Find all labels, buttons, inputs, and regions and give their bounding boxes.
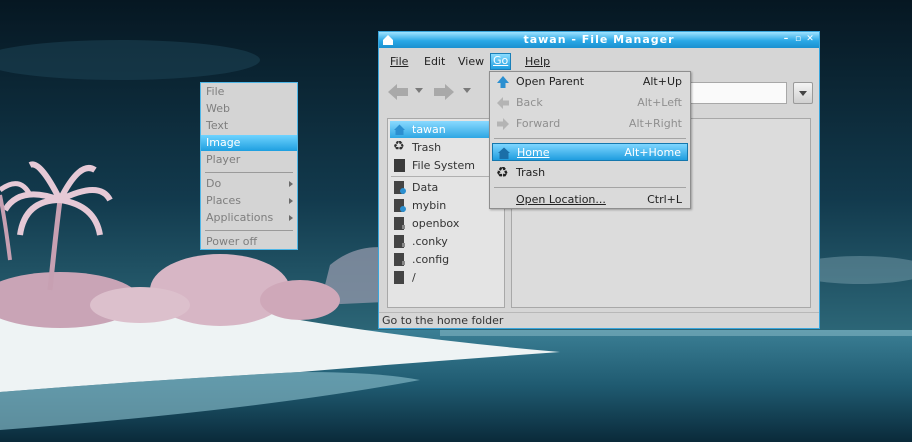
home-icon <box>394 124 405 135</box>
side-item-trash[interactable]: ♻ Trash <box>390 139 502 156</box>
side-item-file-system[interactable]: File System <box>390 157 502 174</box>
side-item-label: File System <box>412 159 475 172</box>
forward-arrow-icon <box>497 118 509 130</box>
go-menu-open-parent[interactable]: Open Parent Alt+Up <box>492 73 688 91</box>
root-menu-item-file[interactable]: File <box>201 84 297 100</box>
side-pane-separator <box>391 176 501 177</box>
side-item-label: Trash <box>412 141 442 154</box>
root-menu-label-places: Places <box>206 194 241 207</box>
close-icon[interactable]: ✕ <box>805 34 815 45</box>
location-dropdown-button[interactable] <box>793 82 813 104</box>
folder-icon <box>394 271 404 284</box>
side-item-bookmark[interactable]: .conky <box>390 233 502 250</box>
menu-edit[interactable]: Edit <box>422 55 447 69</box>
side-pane: tawan ♻ Trash File System Data mybin ope… <box>387 118 505 308</box>
side-item-label: mybin <box>412 199 447 212</box>
go-menu-label: Trash <box>516 166 546 179</box>
folder-icon <box>394 235 405 248</box>
side-item-label: / <box>412 271 416 284</box>
maximize-icon[interactable]: ▫ <box>793 34 803 45</box>
go-menu-open-location[interactable]: Open Location... Ctrl+L <box>492 191 688 209</box>
back-arrow-icon[interactable] <box>387 83 409 101</box>
go-menu-home[interactable]: Home Alt+Home <box>492 143 688 161</box>
root-menu-item-power-off[interactable]: Power off <box>201 234 297 250</box>
root-menu-item-web[interactable]: Web <box>201 101 297 117</box>
submenu-arrow-icon <box>289 181 293 187</box>
folder-icon <box>394 199 406 212</box>
go-menu-separator <box>494 187 686 188</box>
root-menu-item-applications[interactable]: Applications <box>201 210 297 226</box>
root-menu-label-do: Do <box>206 177 222 190</box>
side-item-label: tawan <box>412 123 446 136</box>
folder-icon <box>394 217 405 230</box>
side-item-label: openbox <box>412 217 460 230</box>
back-history-caret-icon[interactable] <box>415 88 423 93</box>
go-menu-trash[interactable]: ♻ Trash <box>492 164 688 182</box>
go-menu-back: Back Alt+Left <box>492 94 688 112</box>
status-bar: Go to the home folder <box>379 312 819 328</box>
chevron-down-icon <box>799 91 807 96</box>
root-menu-item-places[interactable]: Places <box>201 193 297 209</box>
root-menu-item-do[interactable]: Do <box>201 176 297 192</box>
forward-history-caret-icon[interactable] <box>463 88 471 93</box>
side-item-bookmark[interactable]: Data <box>390 179 502 196</box>
minimize-icon[interactable]: – <box>781 34 791 45</box>
trash-icon: ♻ <box>393 139 405 154</box>
go-menu-accel: Ctrl+L <box>647 193 682 206</box>
side-item-label: .conky <box>412 235 448 248</box>
go-menu-accel: Alt+Up <box>642 75 682 88</box>
home-icon <box>498 147 510 159</box>
side-item-home[interactable]: tawan <box>390 121 502 138</box>
menu-file[interactable]: File <box>388 55 410 69</box>
go-menu-accel: Alt+Home <box>624 146 681 159</box>
go-menu-label: Home <box>517 146 550 159</box>
root-menu-item-image[interactable]: Image <box>201 135 297 151</box>
go-menu-forward: Forward Alt+Right <box>492 115 688 133</box>
go-menu-accel: Alt+Right <box>628 117 682 130</box>
menu-help[interactable]: Help <box>523 55 552 69</box>
up-arrow-icon <box>497 76 509 88</box>
folder-icon <box>394 253 405 266</box>
side-item-bookmark[interactable]: mybin <box>390 197 502 214</box>
menu-view[interactable]: View <box>456 55 486 69</box>
side-item-label: Data <box>412 181 439 194</box>
root-menu-label-applications: Applications <box>206 211 274 224</box>
go-menu-label: Back <box>516 96 543 109</box>
trash-icon: ♻ <box>496 165 509 181</box>
window-titlebar[interactable]: tawan - File Manager – ▫ ✕ <box>379 32 819 48</box>
go-menu-separator <box>494 138 686 139</box>
window-title: tawan - File Manager <box>523 33 675 46</box>
go-menu-dropdown: Open Parent Alt+Up Back Alt+Left Forward… <box>489 71 691 209</box>
side-item-bookmark[interactable]: / <box>390 269 502 286</box>
back-arrow-icon <box>497 97 509 109</box>
location-field[interactable] <box>681 82 787 104</box>
desktop-root-menu: File Web Text Image Player Do Places App… <box>200 82 298 250</box>
go-menu-accel: Alt+Left <box>637 96 682 109</box>
side-item-label: .config <box>412 253 450 266</box>
submenu-arrow-icon <box>289 198 293 204</box>
drive-icon <box>394 159 405 172</box>
menu-go[interactable]: Go <box>490 53 512 70</box>
side-item-bookmark[interactable]: .config <box>390 251 502 268</box>
forward-arrow-icon[interactable] <box>433 83 455 101</box>
go-menu-label: Open Location... <box>516 193 606 206</box>
go-menu-label: Forward <box>516 117 561 130</box>
folder-icon <box>394 181 406 194</box>
side-item-bookmark[interactable]: openbox <box>390 215 502 232</box>
root-menu-item-player[interactable]: Player <box>201 152 297 168</box>
root-menu-item-text[interactable]: Text <box>201 118 297 134</box>
root-menu-separator <box>205 230 293 231</box>
go-menu-label: Open Parent <box>516 75 585 88</box>
submenu-arrow-icon <box>289 215 293 221</box>
root-menu-separator <box>205 172 293 173</box>
